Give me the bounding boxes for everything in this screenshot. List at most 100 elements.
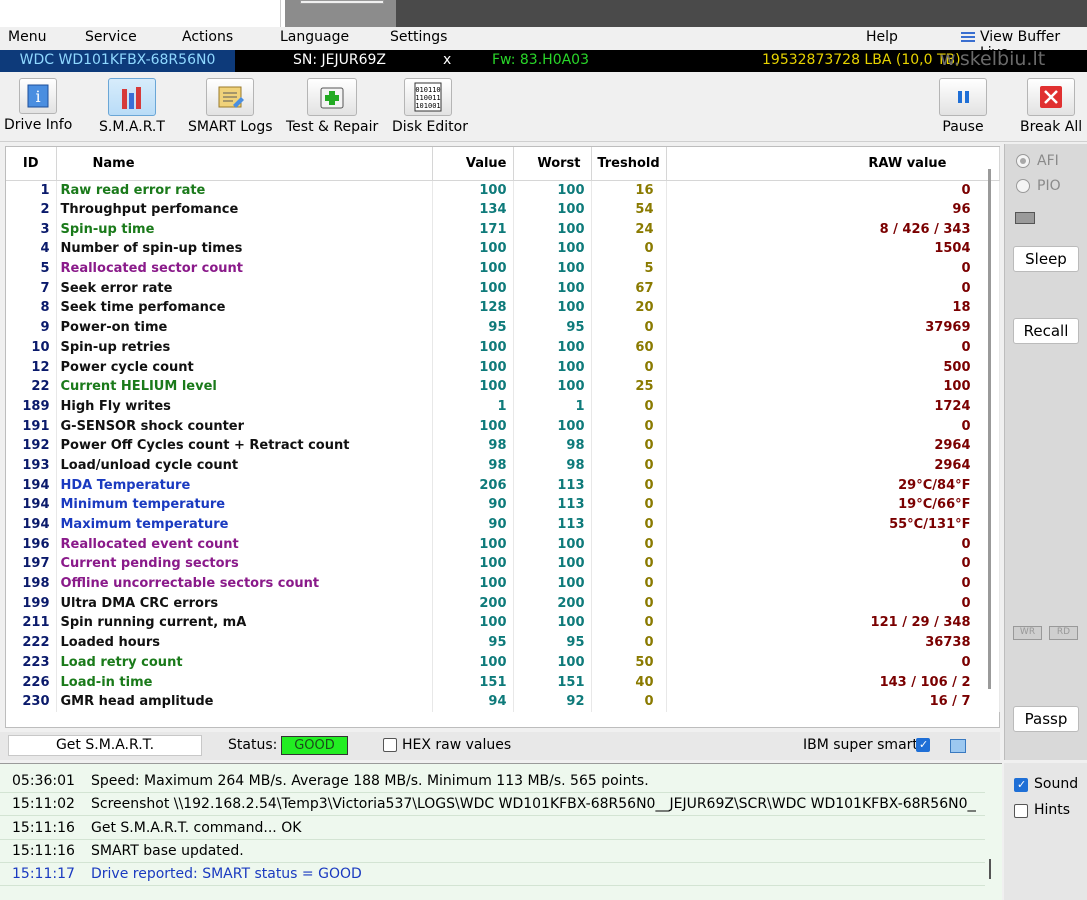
drive-info-button[interactable]: i Drive Info	[4, 78, 72, 133]
attribute-id: 226	[6, 672, 57, 692]
column-header-value[interactable]: Value	[432, 147, 514, 181]
table-row[interactable]: 194 Minimum temperature 90 113 0 19°C/66°F	[6, 495, 1000, 515]
attribute-threshold: 0	[591, 632, 667, 653]
attribute-threshold: 0	[591, 357, 667, 377]
table-row[interactable]: 189 High Fly writes 1 1 0 1724	[6, 396, 1000, 417]
taskbar-button[interactable]	[300, 0, 384, 4]
table-row[interactable]: 196 Reallocated event count 100 100 0 0	[6, 534, 1000, 555]
menu-item-menu[interactable]: Menu	[8, 29, 46, 45]
table-header: ID Name Value Worst Treshold RAW value	[6, 147, 1000, 181]
table-scrollbar[interactable]	[988, 169, 991, 689]
table-row[interactable]: 193 Load/unload cycle count 98 98 0 2964	[6, 455, 1000, 476]
sound-checkbox[interactable]	[1014, 778, 1028, 792]
attribute-raw-value: 0	[666, 534, 1000, 555]
log-scrollbar[interactable]	[989, 859, 991, 879]
disk-editor-button[interactable]: 010110 110011 101001 Disk Editor	[392, 78, 468, 135]
attribute-id: 192	[6, 435, 57, 456]
table-row[interactable]: 198 Offline uncorrectable sectors count 10…	[6, 573, 1000, 594]
table-row[interactable]: 194 HDA Temperature 206 113 0 29°C/84°F	[6, 475, 1000, 495]
menu-item-actions[interactable]: Actions	[182, 29, 233, 45]
table-row[interactable]: 5 Reallocated sector count 100 100 5 0	[6, 258, 1000, 279]
table-row[interactable]: 12 Power cycle count 100 100 0 500	[6, 357, 1000, 377]
table-row[interactable]: 3 Spin-up time 171 100 24 8 / 426 / 343	[6, 219, 1000, 240]
column-header-name[interactable]: Name	[56, 147, 433, 181]
close-drive-button[interactable]: x	[443, 52, 451, 68]
attribute-worst: 100	[513, 573, 592, 594]
drive-model[interactable]: WDC WD101KFBX-68R56N0	[0, 50, 235, 72]
color-indicator[interactable]	[950, 739, 966, 753]
svg-text:010110: 010110	[415, 86, 440, 94]
get-smart-button[interactable]: Get S.M.A.R.T.	[8, 735, 202, 756]
pio-label: PIO	[1037, 178, 1061, 194]
column-header-threshold[interactable]: Treshold	[591, 147, 667, 181]
menu-item-settings[interactable]: Settings	[390, 29, 447, 45]
attribute-name: Throughput perfomance	[56, 199, 433, 220]
test-repair-button[interactable]: Test & Repair	[286, 78, 378, 135]
table-row[interactable]: 2 Throughput perfomance 134 100 54 96	[6, 199, 1000, 220]
table-row[interactable]: 191 G-SENSOR shock counter 100 100 0 0	[6, 416, 1000, 436]
ibm-super-smart-label: IBM super smart:	[803, 737, 923, 753]
attribute-id: 191	[6, 416, 57, 436]
log-entry: 15:11:16 SMART base updated.	[0, 840, 985, 863]
attribute-name: High Fly writes	[56, 396, 433, 417]
attribute-id: 196	[6, 534, 57, 555]
log-panel[interactable]: 05:36:01 Speed: Maximum 264 MB/s. Average…	[0, 763, 1002, 900]
status-label: Status:	[228, 737, 278, 753]
table-row[interactable]: 22 Current HELIUM level 100 100 25 100	[6, 376, 1000, 397]
table-row[interactable]: 199 Ultra DMA CRC errors 200 200 0 0	[6, 593, 1000, 614]
attribute-worst: 100	[513, 180, 592, 200]
column-header-worst[interactable]: Worst	[513, 147, 592, 181]
smart-tab-button[interactable]: S.M.A.R.T	[96, 78, 168, 135]
menu-item-service[interactable]: Service	[85, 29, 137, 45]
drive-firmware: Fw: 83.H0A03	[492, 52, 589, 68]
table-row[interactable]: 1 Raw read error rate 100 100 16 0	[6, 180, 1000, 200]
attribute-value: 100	[432, 180, 514, 200]
column-header-id[interactable]: ID	[6, 147, 57, 181]
afi-radio[interactable]	[1016, 154, 1030, 168]
sleep-button[interactable]: Sleep	[1013, 246, 1079, 272]
table-row[interactable]: 194 Maximum temperature 90 113 0 55°C/131°F	[6, 514, 1000, 535]
attribute-name: Current HELIUM level	[56, 376, 433, 397]
pio-radio[interactable]	[1016, 179, 1030, 193]
attribute-threshold: 0	[591, 514, 667, 535]
attribute-worst: 100	[513, 199, 592, 220]
attribute-worst: 100	[513, 337, 592, 358]
menu-item-help[interactable]: Help	[866, 29, 898, 45]
menu-item-language[interactable]: Language	[280, 29, 349, 45]
break-all-button[interactable]: Break All	[1020, 78, 1082, 135]
pause-button[interactable]: Pause	[938, 78, 988, 135]
attribute-id: 5	[6, 258, 57, 279]
recall-button[interactable]: Recall	[1013, 318, 1079, 344]
passp-button[interactable]: Passp	[1013, 706, 1079, 732]
table-row[interactable]: 9 Power-on time 95 95 0 37969	[6, 317, 1000, 338]
table-row[interactable]: 211 Spin running current, mA 100 100 0 121 / …	[6, 613, 1000, 633]
table-row[interactable]: 192 Power Off Cycles count + Retract coun…	[6, 435, 1000, 456]
ibm-super-smart-checkbox[interactable]	[916, 738, 930, 752]
smart-logs-button[interactable]: SMART Logs	[188, 78, 273, 135]
smart-attributes-table[interactable]: ID Name Value Worst Treshold RAW value 1…	[5, 146, 1000, 728]
table-row[interactable]: 8 Seek time perfomance 128 100 20 18	[6, 298, 1000, 318]
table-row[interactable]: 222 Loaded hours 95 95 0 36738	[6, 632, 1000, 653]
attribute-id: 22	[6, 376, 57, 397]
attribute-id: 12	[6, 357, 57, 377]
attribute-value: 98	[432, 435, 514, 456]
table-row[interactable]: 226 Load-in time 151 151 40 143 / 106 / 2	[6, 672, 1000, 692]
table-row[interactable]: 7 Seek error rate 100 100 67 0	[6, 278, 1000, 299]
attribute-id: 189	[6, 396, 57, 417]
attribute-worst: 100	[513, 219, 592, 240]
table-row[interactable]: 197 Current pending sectors 100 100 0 0	[6, 554, 1000, 574]
table-row[interactable]: 4 Number of spin-up times 100 100 0 1504	[6, 239, 1000, 259]
attribute-worst: 1	[513, 396, 592, 417]
attribute-worst: 200	[513, 593, 592, 614]
hints-checkbox[interactable]	[1014, 804, 1028, 818]
table-row[interactable]: 230 GMR head amplitude 94 92 0 16 / 7	[6, 691, 1000, 712]
column-header-raw[interactable]: RAW value	[666, 147, 1000, 181]
table-row[interactable]: 10 Spin-up retries 100 100 60 0	[6, 337, 1000, 358]
attribute-threshold: 16	[591, 180, 667, 200]
afi-label: AFI	[1037, 153, 1059, 169]
table-row[interactable]: 223 Load retry count 100 100 50 0	[6, 652, 1000, 673]
hex-raw-checkbox[interactable]	[383, 738, 397, 752]
attribute-id: 193	[6, 455, 57, 476]
attribute-value: 100	[432, 613, 514, 633]
attribute-raw-value: 37969	[666, 317, 1000, 338]
